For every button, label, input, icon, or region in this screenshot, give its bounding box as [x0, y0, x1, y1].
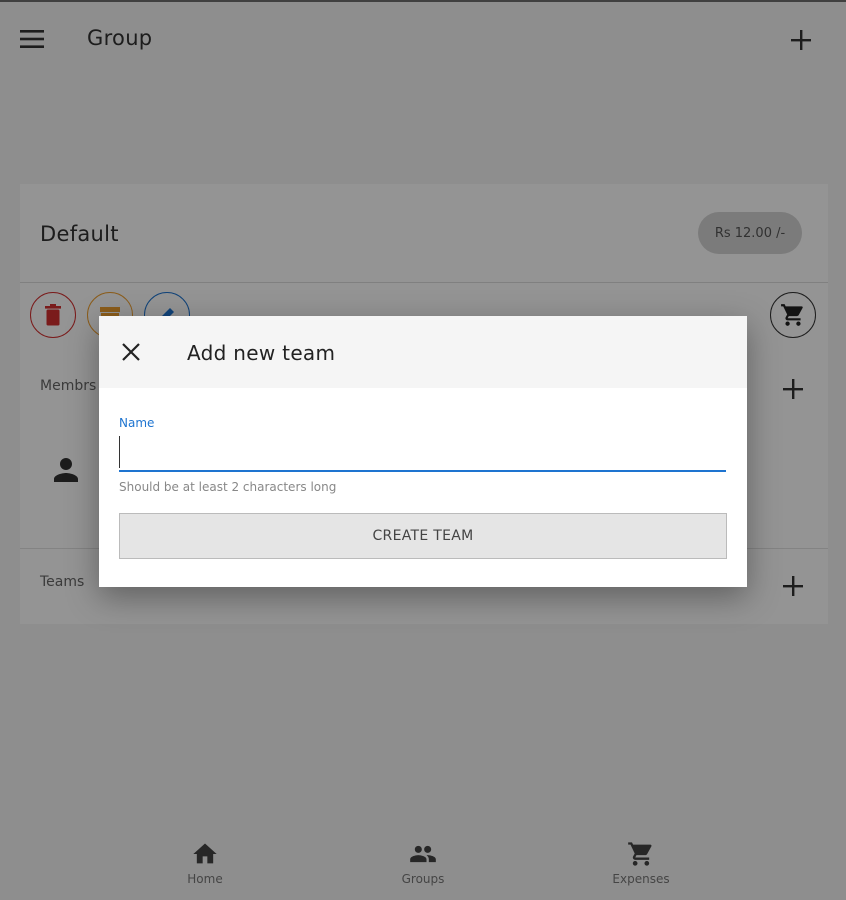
dialog-title: Add new team	[187, 341, 336, 365]
create-team-button[interactable]: CREATE TEAM	[119, 513, 727, 559]
team-name-input[interactable]	[119, 434, 726, 472]
close-icon[interactable]	[121, 342, 141, 362]
dialog-header: Add new team	[99, 316, 747, 388]
name-field-label: Name	[119, 416, 155, 430]
text-cursor	[119, 436, 120, 468]
add-team-dialog: Add new team Name Should be at least 2 c…	[99, 316, 747, 587]
name-field-hint: Should be at least 2 characters long	[119, 480, 337, 494]
